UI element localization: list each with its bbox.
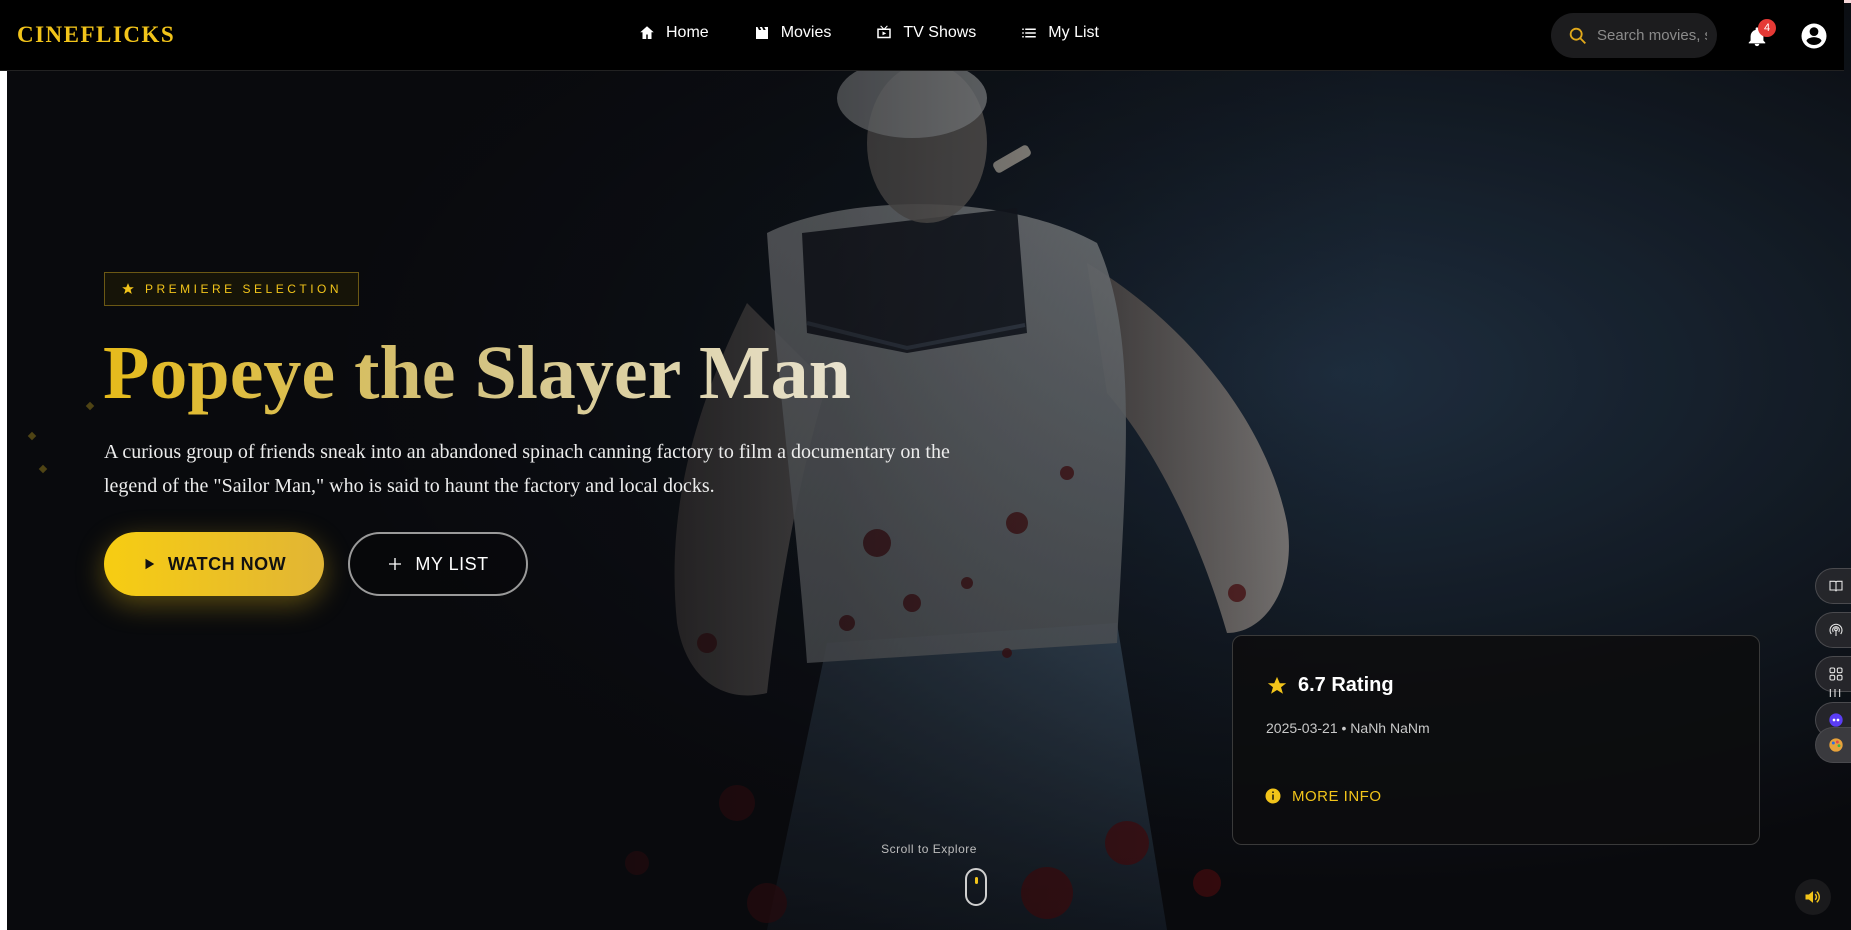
rating: 6.7 Rating xyxy=(1266,674,1394,697)
book-icon xyxy=(1829,580,1843,592)
my-list-label: MY LIST xyxy=(415,553,489,574)
release-meta: 2025-03-21 • NaNh NaNm xyxy=(1266,720,1430,736)
movie-title: Popeye the Slayer Man xyxy=(103,328,851,418)
nav-my-list[interactable]: My List xyxy=(1020,24,1099,42)
more-info-link[interactable]: MORE INFO xyxy=(1264,787,1382,805)
nav-links: Home Movies TV Shows My List xyxy=(638,24,1099,42)
star-icon xyxy=(122,283,134,294)
theme-button[interactable] xyxy=(1815,727,1851,763)
podcast-icon xyxy=(1829,623,1843,636)
more-info-label: MORE INFO xyxy=(1292,787,1382,805)
nav-movies[interactable]: Movies xyxy=(753,24,832,42)
top-navbar: CINEFLICKS Home Movies TV Shows My List … xyxy=(0,0,1844,71)
watch-now-label: WATCH NOW xyxy=(167,553,287,574)
sound-toggle-button[interactable] xyxy=(1795,879,1831,915)
bot-icon xyxy=(1829,713,1843,727)
notifications-button[interactable]: 4 xyxy=(1746,19,1776,48)
search-box[interactable] xyxy=(1551,13,1717,58)
site-logo[interactable]: CINEFLICKS xyxy=(17,22,175,48)
scroll-hint: Scroll to Explore xyxy=(881,842,977,856)
play-icon xyxy=(145,558,155,570)
tv-icon xyxy=(877,25,892,39)
home-icon xyxy=(640,26,654,39)
search-input[interactable] xyxy=(1597,27,1707,44)
plus-icon xyxy=(389,558,402,570)
user-avatar[interactable] xyxy=(1799,21,1829,51)
hero-page: PREMIERE SELECTION Popeye the Slayer Man… xyxy=(7,3,1851,930)
movie-description: A curious group of friends sneak into an… xyxy=(104,441,950,497)
my-list-button[interactable]: MY LIST xyxy=(348,532,528,596)
movie-info-card: 6.7 Rating 2025-03-21 • NaNh NaNm MORE I… xyxy=(1232,635,1760,845)
list-icon xyxy=(1022,28,1037,38)
star-icon xyxy=(1267,676,1287,694)
search-icon xyxy=(1569,27,1586,44)
bars-icon xyxy=(1829,689,1841,697)
nav-home-label: Home xyxy=(666,24,709,41)
watch-now-button[interactable]: WATCH NOW xyxy=(104,532,324,596)
nav-movies-label: Movies xyxy=(780,24,832,41)
nav-tv-shows-label: TV Shows xyxy=(903,24,977,41)
podcast-button[interactable] xyxy=(1815,612,1851,648)
clapperboard-icon xyxy=(755,27,768,39)
nav-home[interactable]: Home xyxy=(638,24,709,42)
nav-tv-shows[interactable]: TV Shows xyxy=(875,24,976,42)
reader-button[interactable] xyxy=(1815,568,1851,604)
scroll-mouse-icon[interactable] xyxy=(965,868,987,906)
nav-my-list-label: My List xyxy=(1048,24,1099,41)
notification-count-badge: 4 xyxy=(1758,19,1776,37)
badge-label: PREMIERE SELECTION xyxy=(145,282,343,296)
account-circle-icon xyxy=(1801,23,1827,49)
premiere-badge: PREMIERE SELECTION xyxy=(104,272,360,306)
palette-icon xyxy=(1829,738,1843,752)
info-icon xyxy=(1265,788,1281,804)
volume-icon xyxy=(1805,891,1820,903)
rating-text: 6.7 Rating xyxy=(1298,674,1394,696)
